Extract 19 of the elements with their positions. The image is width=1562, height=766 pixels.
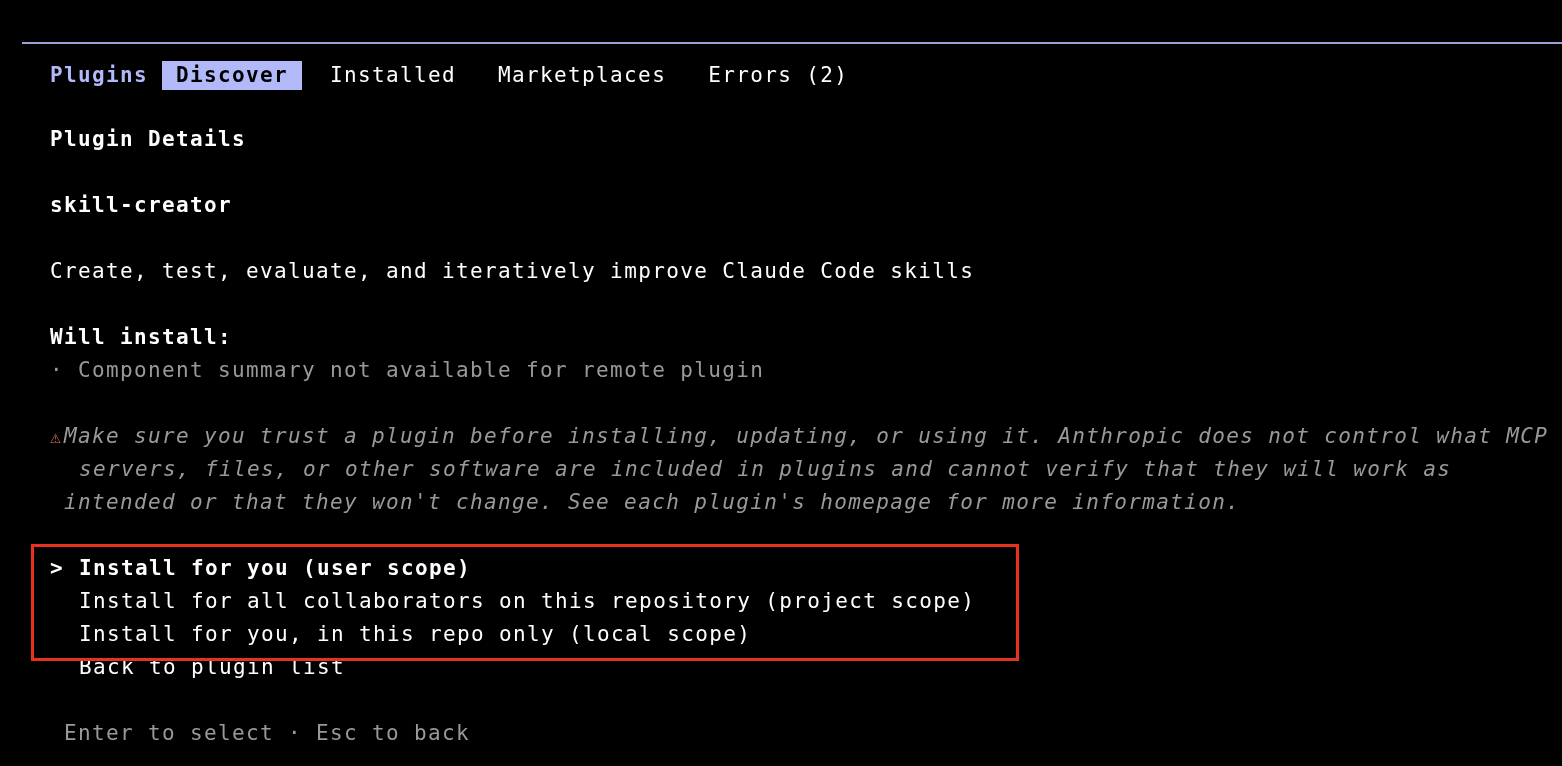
component-note: · Component summary not available for remote plugin (50, 357, 765, 384)
warning-text: servers, files, or other software are included in plugins and cannot verify that they will work as (79, 456, 1452, 483)
warning-text: Make sure you trust a plugin before installing, updating, or using it. Anthropic does not control what MCP (64, 423, 1549, 450)
warning-text: intended or that they won't change. See each plugin's homepage for more information. (64, 489, 1241, 516)
warning-icon: ⚠ (50, 420, 64, 453)
menu-option[interactable]: Install for you, in this repo only (local scope) (79, 618, 752, 651)
menu-option[interactable]: Install for you (user scope) (79, 552, 472, 585)
tab[interactable]: Errors (2) (694, 61, 863, 90)
tab[interactable]: Marketplaces (484, 61, 681, 90)
plugin-description: Create, test, evaluate, and iteratively improve Claude Code skills (50, 258, 975, 285)
plugin-name: skill-creator (50, 192, 233, 219)
selection-pointer: > (50, 555, 65, 582)
section-heading: Will install: (50, 324, 233, 351)
section-title: Plugin Details (50, 126, 247, 153)
app-title: Plugins (50, 62, 149, 89)
menu-option[interactable]: Install for all collaborators on this repository (project scope) (79, 585, 976, 618)
tab[interactable]: Discover (162, 61, 303, 90)
key-hint: Enter to select · Esc to back (64, 720, 471, 747)
tab[interactable]: Installed (316, 61, 471, 90)
